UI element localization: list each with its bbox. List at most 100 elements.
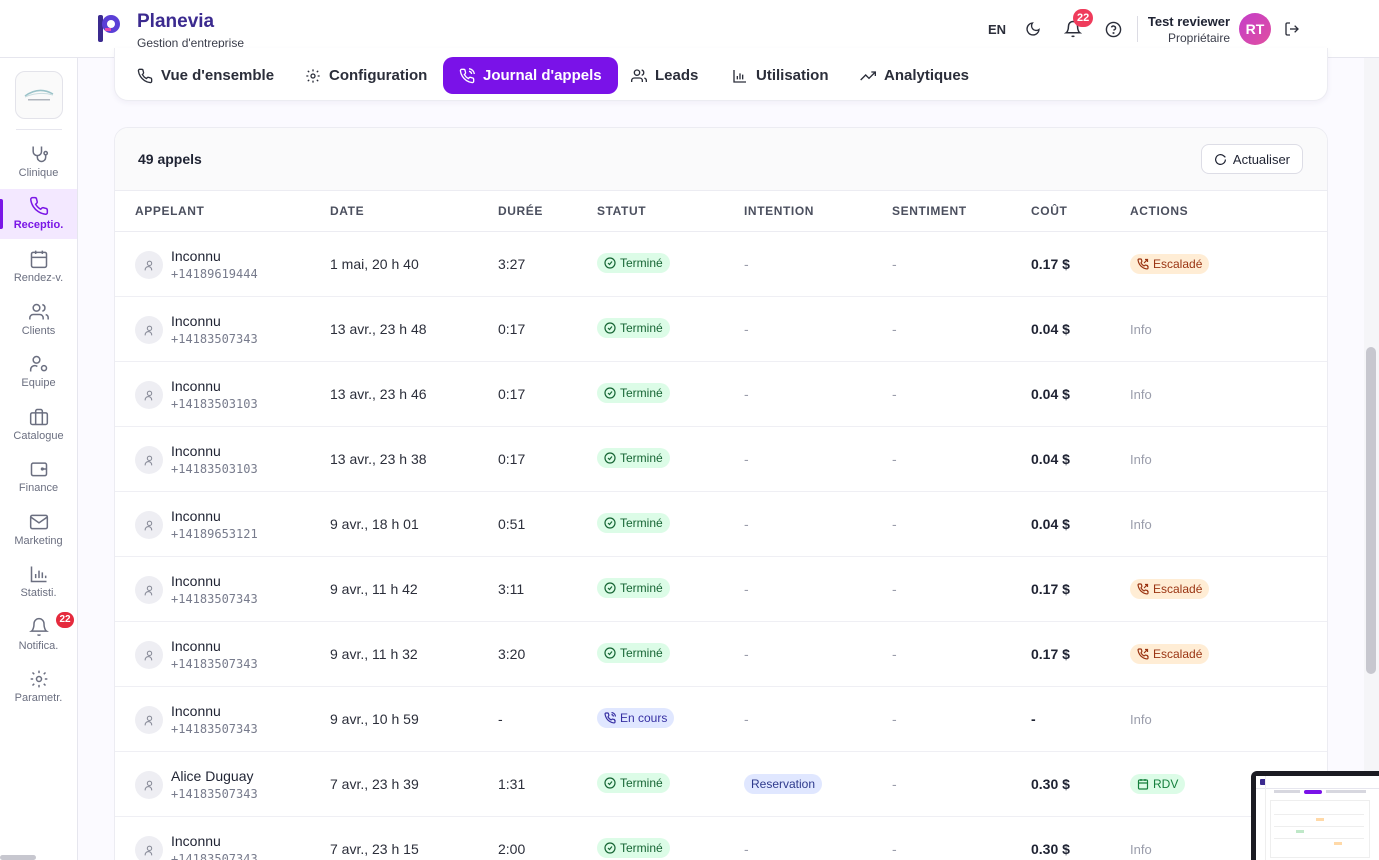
table-row[interactable]: Alice Duguay +14183507343 7 avr., 23 h 3… [115, 752, 1327, 817]
column-header[interactable]: DURÉE [498, 204, 543, 218]
stethoscope-icon [28, 143, 50, 165]
screenshot-preview[interactable] [1251, 771, 1379, 860]
planevia-logo-icon[interactable] [96, 12, 124, 44]
table-row[interactable]: Inconnu +14189653121 9 avr., 18 h 01 0:5… [115, 492, 1327, 557]
table-row[interactable]: Inconnu +14183503103 13 avr., 23 h 46 0:… [115, 362, 1327, 427]
sidebar-item-receptio[interactable]: Receptio. [0, 189, 77, 239]
info-link[interactable]: Info [1130, 387, 1152, 402]
tab-utilisation[interactable]: Utilisation [716, 57, 845, 94]
sidebar-item-marketing[interactable]: Marketing [0, 505, 77, 555]
horizontal-scrollbar-thumb[interactable] [0, 855, 36, 860]
info-link[interactable]: Info [1130, 452, 1152, 467]
call-cost: - [1031, 711, 1036, 727]
status-badge: Terminé [597, 448, 670, 468]
column-header[interactable]: COÛT [1031, 204, 1067, 218]
sidebar-item-label: Rendez-v. [13, 272, 64, 284]
sentiment-cell: - [892, 581, 897, 597]
table-row[interactable]: Inconnu +14183507343 9 avr., 10 h 59 - E… [115, 687, 1327, 752]
call-date: 7 avr., 23 h 39 [330, 776, 419, 792]
user-avatar[interactable]: RT [1239, 13, 1271, 45]
reception-tabs: Vue d'ensemble Configuration Journal d'a… [114, 48, 1328, 101]
caller-phone: +14183507343 [171, 787, 258, 801]
sidebar-item-statistiques[interactable]: Statisti. [0, 557, 77, 607]
call-cost: 0.04 $ [1031, 321, 1070, 337]
briefcase-icon [28, 406, 50, 428]
clinic-logo-icon [24, 89, 54, 101]
sidebar-item-equipe[interactable]: Equipe [0, 347, 77, 397]
call-date: 13 avr., 23 h 46 [330, 386, 427, 402]
escalated-badge[interactable]: Escaladé [1130, 644, 1210, 664]
table-row[interactable]: Inconnu +14183507343 9 avr., 11 h 32 3:2… [115, 622, 1327, 687]
caller-name[interactable]: Inconnu [171, 573, 221, 589]
calendar-icon [1137, 778, 1149, 790]
call-duration: 3:27 [498, 256, 526, 272]
action-label: Escaladé [1153, 257, 1203, 271]
sidebar-item-clinique[interactable]: Clinique [0, 137, 77, 187]
caller-name[interactable]: Inconnu [171, 703, 221, 719]
escalated-badge[interactable]: Escaladé [1130, 579, 1210, 599]
caller-name[interactable]: Inconnu [171, 443, 221, 459]
info-link[interactable]: Info [1130, 712, 1152, 727]
check-circle-icon [604, 387, 616, 399]
status-badge: Terminé [597, 253, 670, 273]
column-header[interactable]: ACTIONS [1130, 204, 1188, 218]
sentiment-cell: - [892, 256, 897, 272]
column-header[interactable]: APPELANT [135, 204, 204, 218]
clinic-logo[interactable] [15, 71, 63, 119]
column-header[interactable]: INTENTION [744, 204, 814, 218]
help-icon[interactable] [1103, 19, 1123, 39]
appointment-badge[interactable]: RDV [1130, 774, 1186, 794]
sidebar-item-catalogue[interactable]: Catalogue [0, 400, 77, 450]
page-scrollbar-thumb[interactable] [1366, 347, 1376, 674]
caller-name[interactable]: Alice Duguay [171, 768, 254, 784]
caller-name[interactable]: Inconnu [171, 638, 221, 654]
column-header[interactable]: DATE [330, 204, 364, 218]
tab-analytiques[interactable]: Analytiques [844, 57, 985, 94]
info-link[interactable]: Info [1130, 842, 1152, 857]
check-circle-icon [604, 647, 616, 659]
info-link[interactable]: Info [1130, 517, 1152, 532]
phone-call-icon [604, 712, 616, 724]
status-label: Terminé [620, 516, 663, 530]
sentiment-cell: - [892, 776, 897, 792]
bar-chart-icon [28, 563, 50, 585]
column-header[interactable]: STATUT [597, 204, 646, 218]
table-row[interactable]: Inconnu +14183507343 13 avr., 23 h 48 0:… [115, 297, 1327, 362]
tab-vue-ensemble[interactable]: Vue d'ensemble [121, 57, 290, 94]
caller-name[interactable]: Inconnu [171, 248, 221, 264]
column-header[interactable]: SENTIMENT [892, 204, 967, 218]
tab-leads[interactable]: Leads [615, 57, 714, 94]
caller-name[interactable]: Inconnu [171, 378, 221, 394]
escalate-phone-icon [1137, 648, 1149, 660]
phone-icon [137, 68, 153, 83]
escalate-phone-icon [1137, 258, 1149, 270]
logout-icon[interactable] [1282, 19, 1302, 39]
table-row[interactable]: Inconnu +14183507343 9 avr., 11 h 42 3:1… [115, 557, 1327, 622]
caller-name[interactable]: Inconnu [171, 833, 221, 849]
user-role: Propriétaire [1167, 31, 1230, 45]
user-icon [143, 259, 156, 272]
escalated-badge[interactable]: Escaladé [1130, 254, 1210, 274]
table-row[interactable]: Inconnu +14183503103 13 avr., 23 h 38 0:… [115, 427, 1327, 492]
caller-name[interactable]: Inconnu [171, 508, 221, 524]
info-link[interactable]: Info [1130, 322, 1152, 337]
caller-phone: +14183503103 [171, 462, 258, 476]
check-circle-icon [604, 452, 616, 464]
sidebar-item-rendez-vous[interactable]: Rendez-v. [0, 242, 77, 292]
moon-icon[interactable] [1023, 19, 1043, 39]
caller-name[interactable]: Inconnu [171, 313, 221, 329]
sidebar-item-label: Finance [18, 482, 59, 494]
status-label: Terminé [620, 256, 663, 270]
sidebar-item-finance[interactable]: Finance [0, 452, 77, 502]
sidebar-item-parametres[interactable]: Parametr. [0, 662, 77, 712]
refresh-button[interactable]: Actualiser [1200, 144, 1303, 174]
table-row[interactable]: Inconnu +14189619444 1 mai, 20 h 40 3:27… [115, 232, 1327, 297]
tab-configuration[interactable]: Configuration [289, 57, 443, 94]
sidebar-item-label: Clinique [18, 167, 59, 179]
call-date: 9 avr., 10 h 59 [330, 711, 419, 727]
language-toggle[interactable]: EN [988, 22, 1006, 37]
call-duration: 1:31 [498, 776, 526, 792]
tab-journal-appels[interactable]: Journal d'appels [443, 57, 618, 94]
sidebar-item-clients[interactable]: Clients [0, 295, 77, 345]
table-row[interactable]: Inconnu +14183507343 7 avr., 23 h 15 2:0… [115, 817, 1327, 860]
